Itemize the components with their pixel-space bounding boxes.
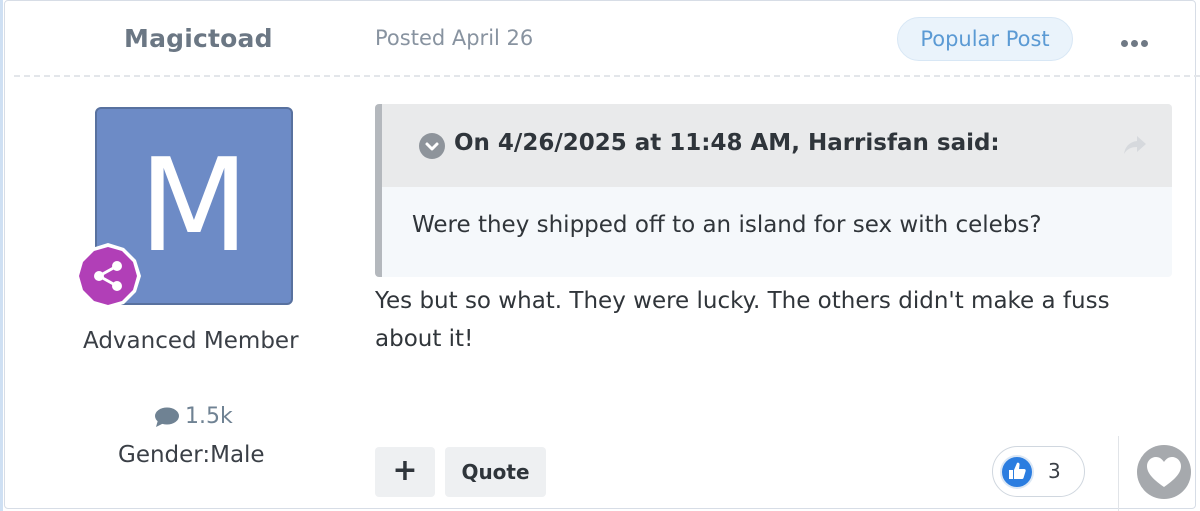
comment-icon	[155, 407, 179, 427]
quote-block: On 4/26/2025 at 11:48 AM, Harrisfan said…	[375, 104, 1172, 277]
reaction-summary[interactable]: 3	[992, 446, 1085, 497]
post-count: 1.5k	[154, 404, 233, 429]
quote-header: On 4/26/2025 at 11:48 AM, Harrisfan said…	[382, 104, 1172, 187]
gender-field: Gender:Male	[118, 442, 265, 468]
header-divider	[14, 75, 1200, 77]
more-icon[interactable]	[1121, 32, 1151, 47]
quote-author: On 4/26/2025 at 11:48 AM, Harrisfan said…	[454, 130, 1000, 156]
like-icon	[1000, 455, 1034, 489]
reaction-divider	[1118, 436, 1119, 511]
multiquote-button[interactable]: +	[375, 447, 435, 497]
post-header: Magictoad Posted April 26 Popular Post	[0, 0, 1200, 76]
post-count-value: 1.5k	[185, 404, 233, 429]
author-name[interactable]: Magictoad	[124, 24, 273, 53]
reaction-count: 3	[1048, 459, 1061, 483]
post-body: Yes but so what. They were lucky. The ot…	[375, 288, 1110, 352]
rank-badge-icon	[72, 240, 144, 312]
member-title: Advanced Member	[83, 328, 299, 354]
quote-button[interactable]: Quote	[445, 447, 546, 497]
left-edge	[0, 0, 3, 511]
heart-icon[interactable]	[1137, 445, 1191, 499]
popular-post-badge: Popular Post	[897, 17, 1073, 61]
quote-text: Were they shipped off to an island for s…	[412, 212, 1042, 238]
share-icon[interactable]	[1122, 134, 1148, 160]
chevron-down-icon[interactable]	[419, 133, 445, 159]
post-date[interactable]: Posted April 26	[375, 26, 533, 50]
